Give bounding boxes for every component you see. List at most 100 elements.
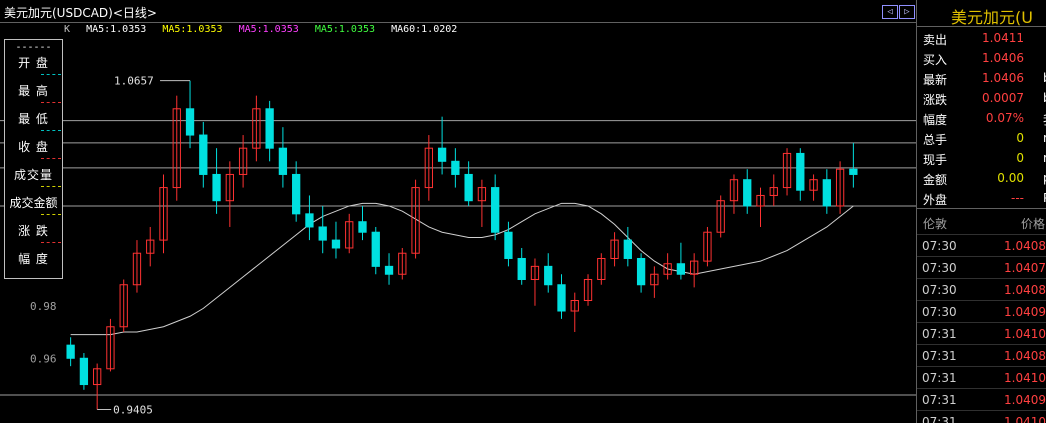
tick-row: 07:31 1.0410	[917, 322, 1046, 345]
quote-row: 卖出 1.0411	[917, 28, 1046, 48]
ma-indicator-4: MA5:1.0353	[314, 24, 376, 35]
ma-indicator-1: MA5:1.0353	[86, 24, 147, 35]
candle-body	[292, 173, 301, 215]
quote-label: 总手	[923, 133, 948, 147]
panel-divider	[917, 26, 1046, 27]
quote-row: 金额0.00p	[917, 168, 1046, 188]
tick-time: 07:31	[922, 393, 957, 407]
info-separator	[41, 130, 61, 131]
quote-label: 金额	[923, 173, 948, 187]
candle-body	[371, 231, 380, 267]
tick-price: 1.0410	[1004, 415, 1046, 423]
info-separator	[41, 158, 61, 159]
quote-value: 1.0406	[982, 51, 1024, 65]
ma-indicator-row: K MA5:1.0353 MA5:1.0353 MA5:1.0353 MA5:1…	[64, 24, 467, 38]
candle-body	[623, 239, 632, 259]
quote-value: 1.0411	[982, 31, 1024, 45]
candle-body	[491, 187, 500, 233]
candle-body	[79, 357, 89, 386]
quote-value: 0.0007	[982, 91, 1024, 105]
candle-body	[464, 173, 473, 202]
info-volume-label: 成交量	[13, 168, 53, 182]
quote-label: 买入	[923, 53, 948, 67]
candle-body	[305, 213, 314, 228]
quote-panel: 美元加元(U 卖出1.0411买入1.0406最新1.0406b涨跌0.0007…	[916, 0, 1046, 423]
candle-body	[358, 221, 367, 233]
info-amount-label: 成交金额	[9, 196, 58, 210]
tick-price: 1.0408	[1004, 283, 1046, 297]
tick-row: 07:31 1.0410	[917, 410, 1046, 423]
quote-value: 0.07%	[985, 111, 1024, 125]
panel-divider	[917, 208, 1046, 209]
tick-row: 07:30 1.0408	[917, 278, 1046, 301]
candle-body	[849, 168, 858, 175]
next-period-icon[interactable]: ▷	[899, 5, 915, 19]
candle-body	[822, 179, 831, 207]
info-close-label: 收 盘	[18, 140, 49, 154]
chart-header: 美元加元(USDCAD)<日线> ◁ ▷	[0, 0, 916, 23]
quote-row: 幅度0.07%我	[917, 108, 1046, 128]
candle-body	[265, 108, 274, 149]
tick-price: 1.0410	[1004, 371, 1046, 385]
tick-price: 1.0408	[1004, 349, 1046, 363]
candle-body	[796, 152, 805, 191]
low-value-label: 0.9405	[113, 403, 153, 416]
info-separator	[41, 186, 61, 187]
tick-price: 1.0409	[1004, 305, 1046, 319]
tick-time: 07:31	[922, 349, 957, 363]
tick-price: 1.0407	[1004, 261, 1046, 275]
quote-label: 涨跌	[923, 93, 948, 107]
candle-body	[517, 257, 526, 280]
quote-row: 涨跌0.0007b	[917, 88, 1046, 108]
tick-price: 1.0408	[1004, 239, 1046, 253]
quote-label: 幅度	[923, 113, 948, 127]
candle-body	[676, 263, 686, 275]
ticks-header: 伦敦 价格	[917, 212, 1046, 232]
quote-value: ---	[1011, 191, 1024, 205]
quote-value: 0	[1016, 151, 1024, 165]
ticks-header-right: 价格	[1020, 217, 1045, 231]
prev-period-icon[interactable]: ◁	[882, 5, 898, 19]
tick-time: 07:30	[922, 305, 957, 319]
ohlc-info-box: ------ 开 盘 最 高 最 低 收 盘 成交量 成交金额 涨 跌 幅 度	[4, 39, 63, 279]
info-separator	[41, 214, 61, 215]
candle-body	[66, 344, 75, 359]
info-box-dashes: ------	[15, 42, 52, 53]
tick-time: 07:30	[922, 239, 957, 253]
tick-row: 07:31 1.0410	[917, 366, 1046, 389]
info-separator	[41, 74, 61, 75]
candle-body	[384, 265, 394, 275]
candlestick-chart[interactable]: 0.96 0.98 1.0657 0.9405	[0, 22, 916, 423]
tick-row: 07:31 1.0409	[917, 388, 1046, 411]
ma60-indicator: MA60:1.0202	[391, 24, 458, 35]
chart-type-k: K	[64, 24, 71, 35]
ma-indicator-3: MA5:1.0353	[238, 24, 299, 35]
ticks-header-left: 伦敦	[923, 217, 948, 231]
quote-label: 最新	[923, 73, 948, 87]
info-low-label: 最 低	[18, 112, 49, 126]
tick-time: 07:30	[922, 283, 957, 297]
tick-time: 07:31	[922, 371, 957, 385]
y-tick-label: 0.96	[30, 352, 57, 365]
quote-row: 总手0r	[917, 128, 1046, 148]
candle-body	[199, 134, 208, 175]
tick-time: 07:31	[922, 327, 957, 341]
info-range-label: 幅 度	[18, 252, 49, 266]
info-separator	[41, 242, 61, 243]
quote-value: 0.00	[997, 171, 1024, 185]
ma-indicator-2: MA5:1.0353	[162, 24, 223, 35]
tick-row: 07:30 1.0407	[917, 256, 1046, 279]
candle-body	[557, 284, 566, 312]
ma60-line	[70, 202, 854, 336]
info-change-label: 涨 跌	[18, 224, 49, 238]
candle-body	[636, 257, 646, 286]
quote-row: 买入 1.0406	[917, 48, 1046, 68]
candle-body	[278, 147, 288, 175]
candle-body	[451, 160, 460, 175]
tick-row: 07:30 1.0409	[917, 300, 1046, 323]
quote-value: 1.0406	[982, 71, 1024, 85]
quote-row: 最新1.0406b	[917, 68, 1046, 88]
tick-price: 1.0409	[1004, 393, 1046, 407]
candle-body	[743, 179, 752, 207]
candle-body	[437, 147, 447, 162]
